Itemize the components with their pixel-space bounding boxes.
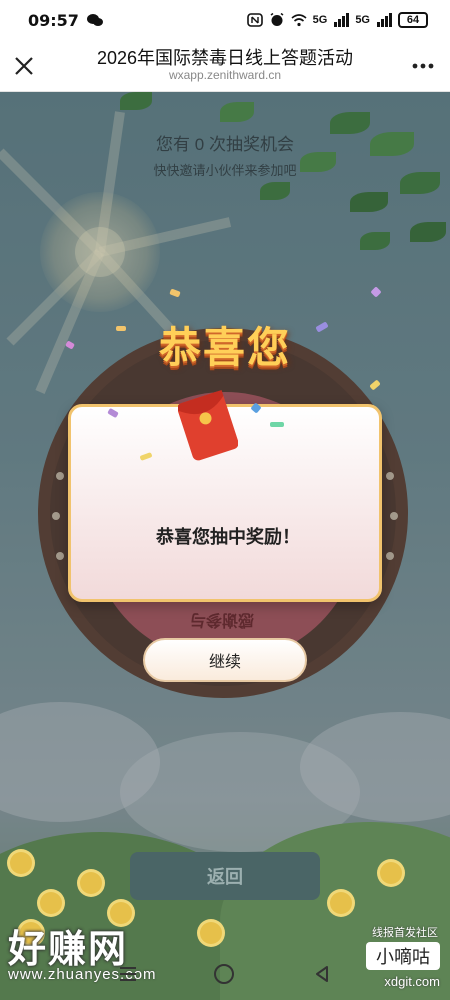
status-bar: 09:57 5G 5G 64 [0, 0, 450, 40]
flower-decoration [330, 892, 352, 914]
confetti-decoration [116, 326, 126, 331]
nav-bar: 2026年国际禁毒日线上答题活动 wxapp.zenithward.cn [0, 40, 450, 92]
flower-decoration [10, 852, 32, 874]
prize-message: 恭喜您抽中奖励！ [156, 527, 300, 547]
system-navigation-bar [0, 956, 450, 1000]
congrats-title: 恭喜您 [158, 324, 291, 371]
nfc-icon [246, 13, 263, 27]
red-envelope-icon [178, 390, 238, 461]
flower-decoration [200, 922, 222, 944]
watermark-tagline-right: 线报首发社区 [372, 927, 438, 939]
flower-decoration [380, 862, 402, 884]
page-url: wxapp.zenithward.cn [168, 68, 282, 82]
wechat-icon [86, 14, 103, 26]
signal-icon [334, 13, 350, 27]
page-title: 2026年国际禁毒日线上答题活动 [96, 48, 354, 68]
network-label-1: 5G [312, 14, 328, 26]
alarm-icon [270, 13, 284, 26]
back-arrow-icon[interactable] [312, 964, 332, 984]
close-icon[interactable] [10, 52, 38, 80]
flower-decoration [80, 872, 102, 894]
confetti-decoration [270, 422, 284, 427]
back-button[interactable]: 返回 [130, 852, 320, 900]
more-icon[interactable] [410, 54, 436, 78]
continue-button[interactable]: 继续 [143, 638, 307, 682]
network-label-2: 5G [355, 14, 370, 26]
recent-apps-icon[interactable] [118, 965, 138, 983]
home-icon[interactable] [214, 964, 234, 984]
wifi-icon [291, 14, 307, 27]
battery-indicator: 64 [398, 12, 428, 28]
flower-decoration [40, 892, 62, 914]
activity-scene: 您有 0 次抽奖机会 快快邀请小伙伴来参加吧 感谢参与 返回 恭喜您 恭喜您抽中… [0, 92, 450, 1000]
status-time: 09:57 [28, 10, 79, 30]
signal-icon-2 [377, 13, 392, 27]
